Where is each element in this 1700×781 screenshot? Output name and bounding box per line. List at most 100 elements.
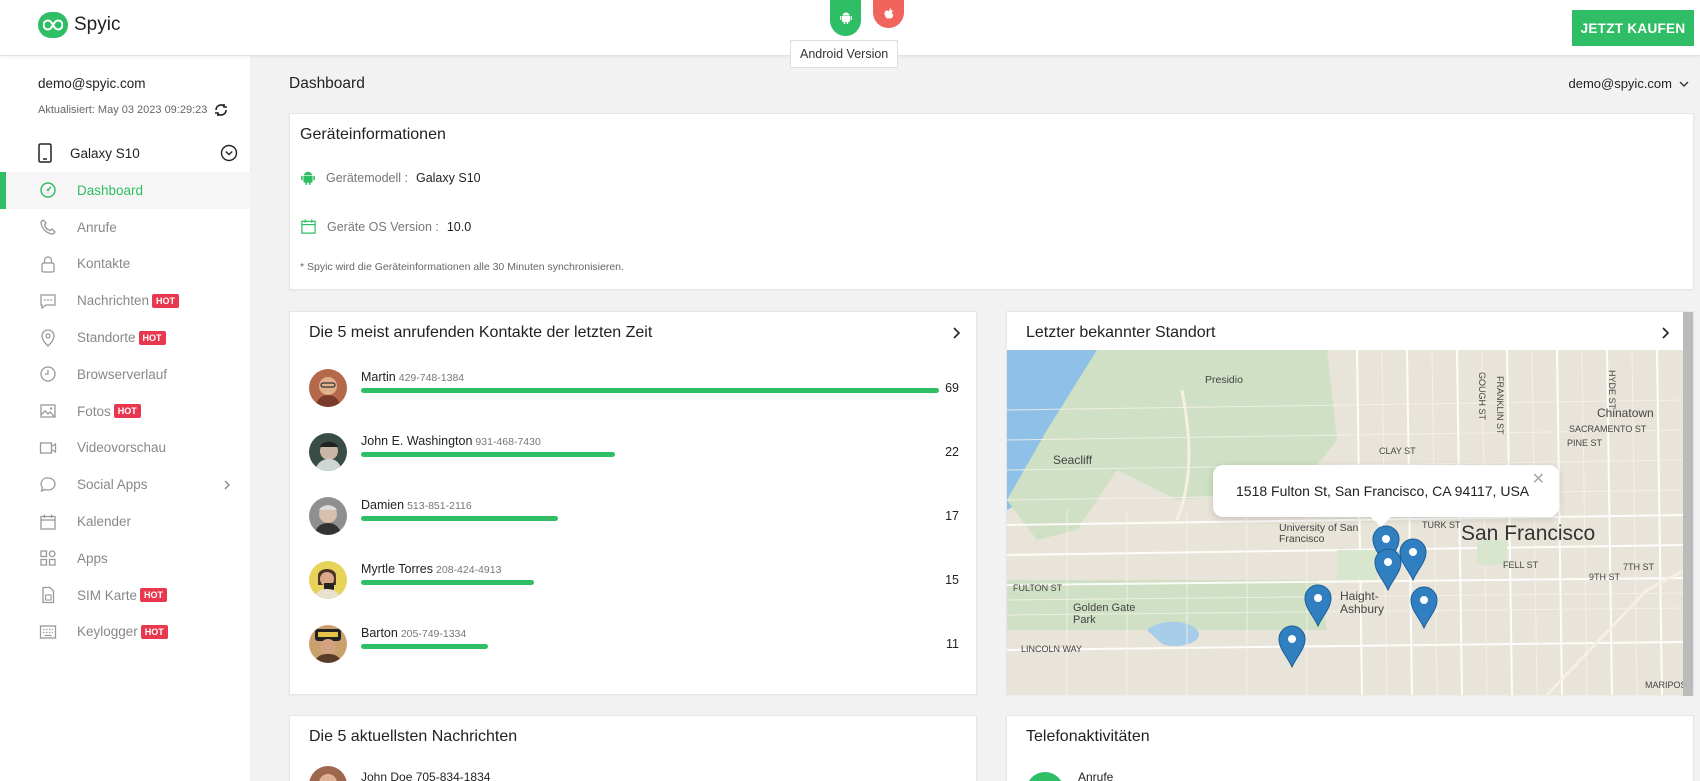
map-label: Golden Gate Park bbox=[1073, 602, 1136, 626]
contact-row[interactable]: Damien 513-851-2116 17 bbox=[309, 497, 959, 545]
contact-name: Myrtle Torres bbox=[361, 562, 434, 576]
chevron-right-icon[interactable] bbox=[952, 326, 962, 340]
close-icon[interactable]: ✕ bbox=[1532, 469, 1545, 489]
avatar bbox=[309, 369, 347, 407]
location-pin-icon[interactable] bbox=[1277, 624, 1307, 668]
device-model-row: Gerätemodell : Galaxy S10 bbox=[300, 170, 481, 186]
sidebar-item-contacts[interactable]: Kontakte bbox=[0, 246, 251, 283]
location-pin-icon[interactable] bbox=[1373, 547, 1403, 591]
ios-toggle[interactable] bbox=[873, 0, 904, 28]
calendar-icon bbox=[38, 512, 58, 532]
top-contacts-card: Die 5 meist anrufenden Kontakte der letz… bbox=[289, 311, 977, 695]
sidebar-nav: Dashboard Anrufe Kontakte Nachrichten HO… bbox=[0, 172, 251, 650]
location-pin-icon[interactable] bbox=[1409, 585, 1439, 629]
device-selector[interactable]: Galaxy S10 bbox=[38, 138, 238, 168]
avatar bbox=[309, 625, 347, 663]
device-name: Galaxy S10 bbox=[70, 145, 140, 161]
sidebar-item-label: Apps bbox=[77, 550, 108, 566]
android-toggle[interactable] bbox=[830, 0, 861, 36]
call-count-bar bbox=[361, 388, 939, 393]
map-label: FULTON ST bbox=[1013, 583, 1063, 593]
recent-messages-header[interactable]: Die 5 aktuellsten Nachrichten bbox=[309, 726, 962, 748]
map-label: SACRAMENTO ST bbox=[1569, 424, 1647, 434]
call-count-bar-fill bbox=[361, 452, 616, 457]
call-count-bar-fill bbox=[361, 644, 489, 649]
call-count: 69 bbox=[945, 381, 959, 395]
call-count-bar bbox=[361, 452, 939, 457]
map-scrollbar[interactable] bbox=[1683, 312, 1693, 696]
map-label: Presidio bbox=[1205, 374, 1243, 386]
contact-row[interactable]: Myrtle Torres 208-424-4913 15 bbox=[309, 561, 959, 609]
map-label: 9TH ST bbox=[1589, 572, 1621, 582]
avatar bbox=[309, 433, 347, 471]
call-count-bar bbox=[361, 644, 939, 649]
apple-icon bbox=[884, 8, 893, 19]
map-label: PINE ST bbox=[1567, 438, 1603, 448]
sidebar-item-video-preview[interactable]: Videovorschau bbox=[0, 430, 251, 467]
sidebar-item-browser-history[interactable]: Browserverlauf bbox=[0, 356, 251, 393]
os-version-row: Geräte OS Version : 10.0 bbox=[300, 218, 471, 235]
clock-icon bbox=[38, 364, 58, 384]
user-menu-email: demo@spyic.com bbox=[1568, 76, 1672, 91]
sidebar-item-label: Standorte bbox=[77, 330, 136, 346]
keyboard-icon bbox=[38, 622, 58, 642]
calls-activity-icon bbox=[1026, 772, 1064, 781]
phone-icon bbox=[38, 143, 52, 163]
sidebar-item-messages[interactable]: Nachrichten HOT bbox=[0, 282, 251, 319]
hot-badge: HOT bbox=[138, 330, 166, 345]
contact-row[interactable]: John E. Washington 931-468-7430 22 bbox=[309, 433, 959, 481]
call-count-bar-fill bbox=[361, 388, 939, 393]
sidebar-item-locations[interactable]: Standorte HOT bbox=[0, 319, 251, 356]
chevron-down-icon bbox=[1679, 81, 1689, 87]
os-switch bbox=[830, 0, 904, 36]
os-tooltip: Android Version bbox=[790, 40, 899, 68]
top-contacts-header[interactable]: Die 5 meist anrufenden Kontakte der letz… bbox=[309, 322, 962, 344]
spyic-logo[interactable]: Spyic bbox=[38, 12, 120, 38]
sidebar-item-calendar[interactable]: Kalender bbox=[0, 503, 251, 540]
call-count-bar-fill bbox=[361, 580, 535, 585]
buy-now-button[interactable]: JETZT KAUFEN bbox=[1572, 10, 1694, 46]
infinity-icon bbox=[38, 12, 68, 38]
map-label: University of San Francisco bbox=[1279, 522, 1359, 545]
contact-row[interactable]: Barton 205-749-1334 11 bbox=[309, 625, 959, 673]
sidebar-item-calls[interactable]: Anrufe bbox=[0, 209, 251, 246]
calendar-icon bbox=[301, 219, 316, 234]
phone-activity-header[interactable]: Telefonaktivitäten bbox=[1026, 726, 1679, 748]
chevron-right-icon[interactable] bbox=[1661, 326, 1671, 340]
sidebar-item-social-apps[interactable]: Social Apps bbox=[0, 466, 251, 503]
contact-name: Martin bbox=[361, 370, 396, 384]
sidebar-item-sim-card[interactable]: SIM Karte HOT bbox=[0, 577, 251, 614]
last-location-title: Letzter bekannter Standort bbox=[1026, 324, 1216, 341]
location-map[interactable]: Presidio Seacliff Chinatown San Francisc… bbox=[1007, 350, 1685, 695]
phone-activity-card: Telefonaktivitäten Anrufe bbox=[1006, 715, 1694, 781]
video-icon bbox=[38, 438, 58, 458]
call-count: 17 bbox=[945, 509, 959, 523]
account-email: demo@spyic.com bbox=[38, 76, 146, 91]
device-model-label: Gerätemodell : bbox=[326, 171, 408, 185]
message-contact-partial: John Doe 705-834-1834 bbox=[361, 770, 491, 781]
map-label: FRANKLIN ST bbox=[1495, 376, 1505, 435]
refresh-icon[interactable] bbox=[213, 102, 229, 118]
chevron-down-circle-icon[interactable] bbox=[220, 144, 238, 162]
os-version-label: Geräte OS Version : bbox=[327, 219, 439, 234]
sidebar-item-label: Nachrichten bbox=[77, 293, 150, 309]
contact-name: John E. Washington bbox=[361, 434, 473, 448]
contact-name: Barton bbox=[361, 626, 398, 640]
last-location-header[interactable]: Letzter bekannter Standort bbox=[1026, 322, 1679, 344]
avatar bbox=[309, 766, 347, 781]
hot-badge: HOT bbox=[140, 624, 168, 639]
dashboard-icon bbox=[38, 180, 58, 200]
user-menu[interactable]: demo@spyic.com bbox=[1568, 76, 1690, 91]
avatar bbox=[309, 497, 347, 535]
device-model-value: Galaxy S10 bbox=[415, 171, 481, 185]
android-icon bbox=[301, 171, 315, 185]
sidebar-item-keylogger[interactable]: Keylogger HOT bbox=[0, 614, 251, 651]
contact-row[interactable]: Martin 429-748-1384 69 bbox=[309, 369, 959, 417]
sidebar-item-apps[interactable]: Apps bbox=[0, 540, 251, 577]
recent-messages-card: Die 5 aktuellsten Nachrichten John Doe 7… bbox=[289, 715, 977, 781]
sidebar-item-dashboard[interactable]: Dashboard bbox=[0, 172, 251, 209]
map-label: MARIPOS bbox=[1645, 680, 1685, 690]
location-pin-icon[interactable] bbox=[1303, 583, 1333, 627]
sidebar-item-label: Social Apps bbox=[77, 477, 148, 493]
sidebar-item-photos[interactable]: Fotos HOT bbox=[0, 393, 251, 430]
